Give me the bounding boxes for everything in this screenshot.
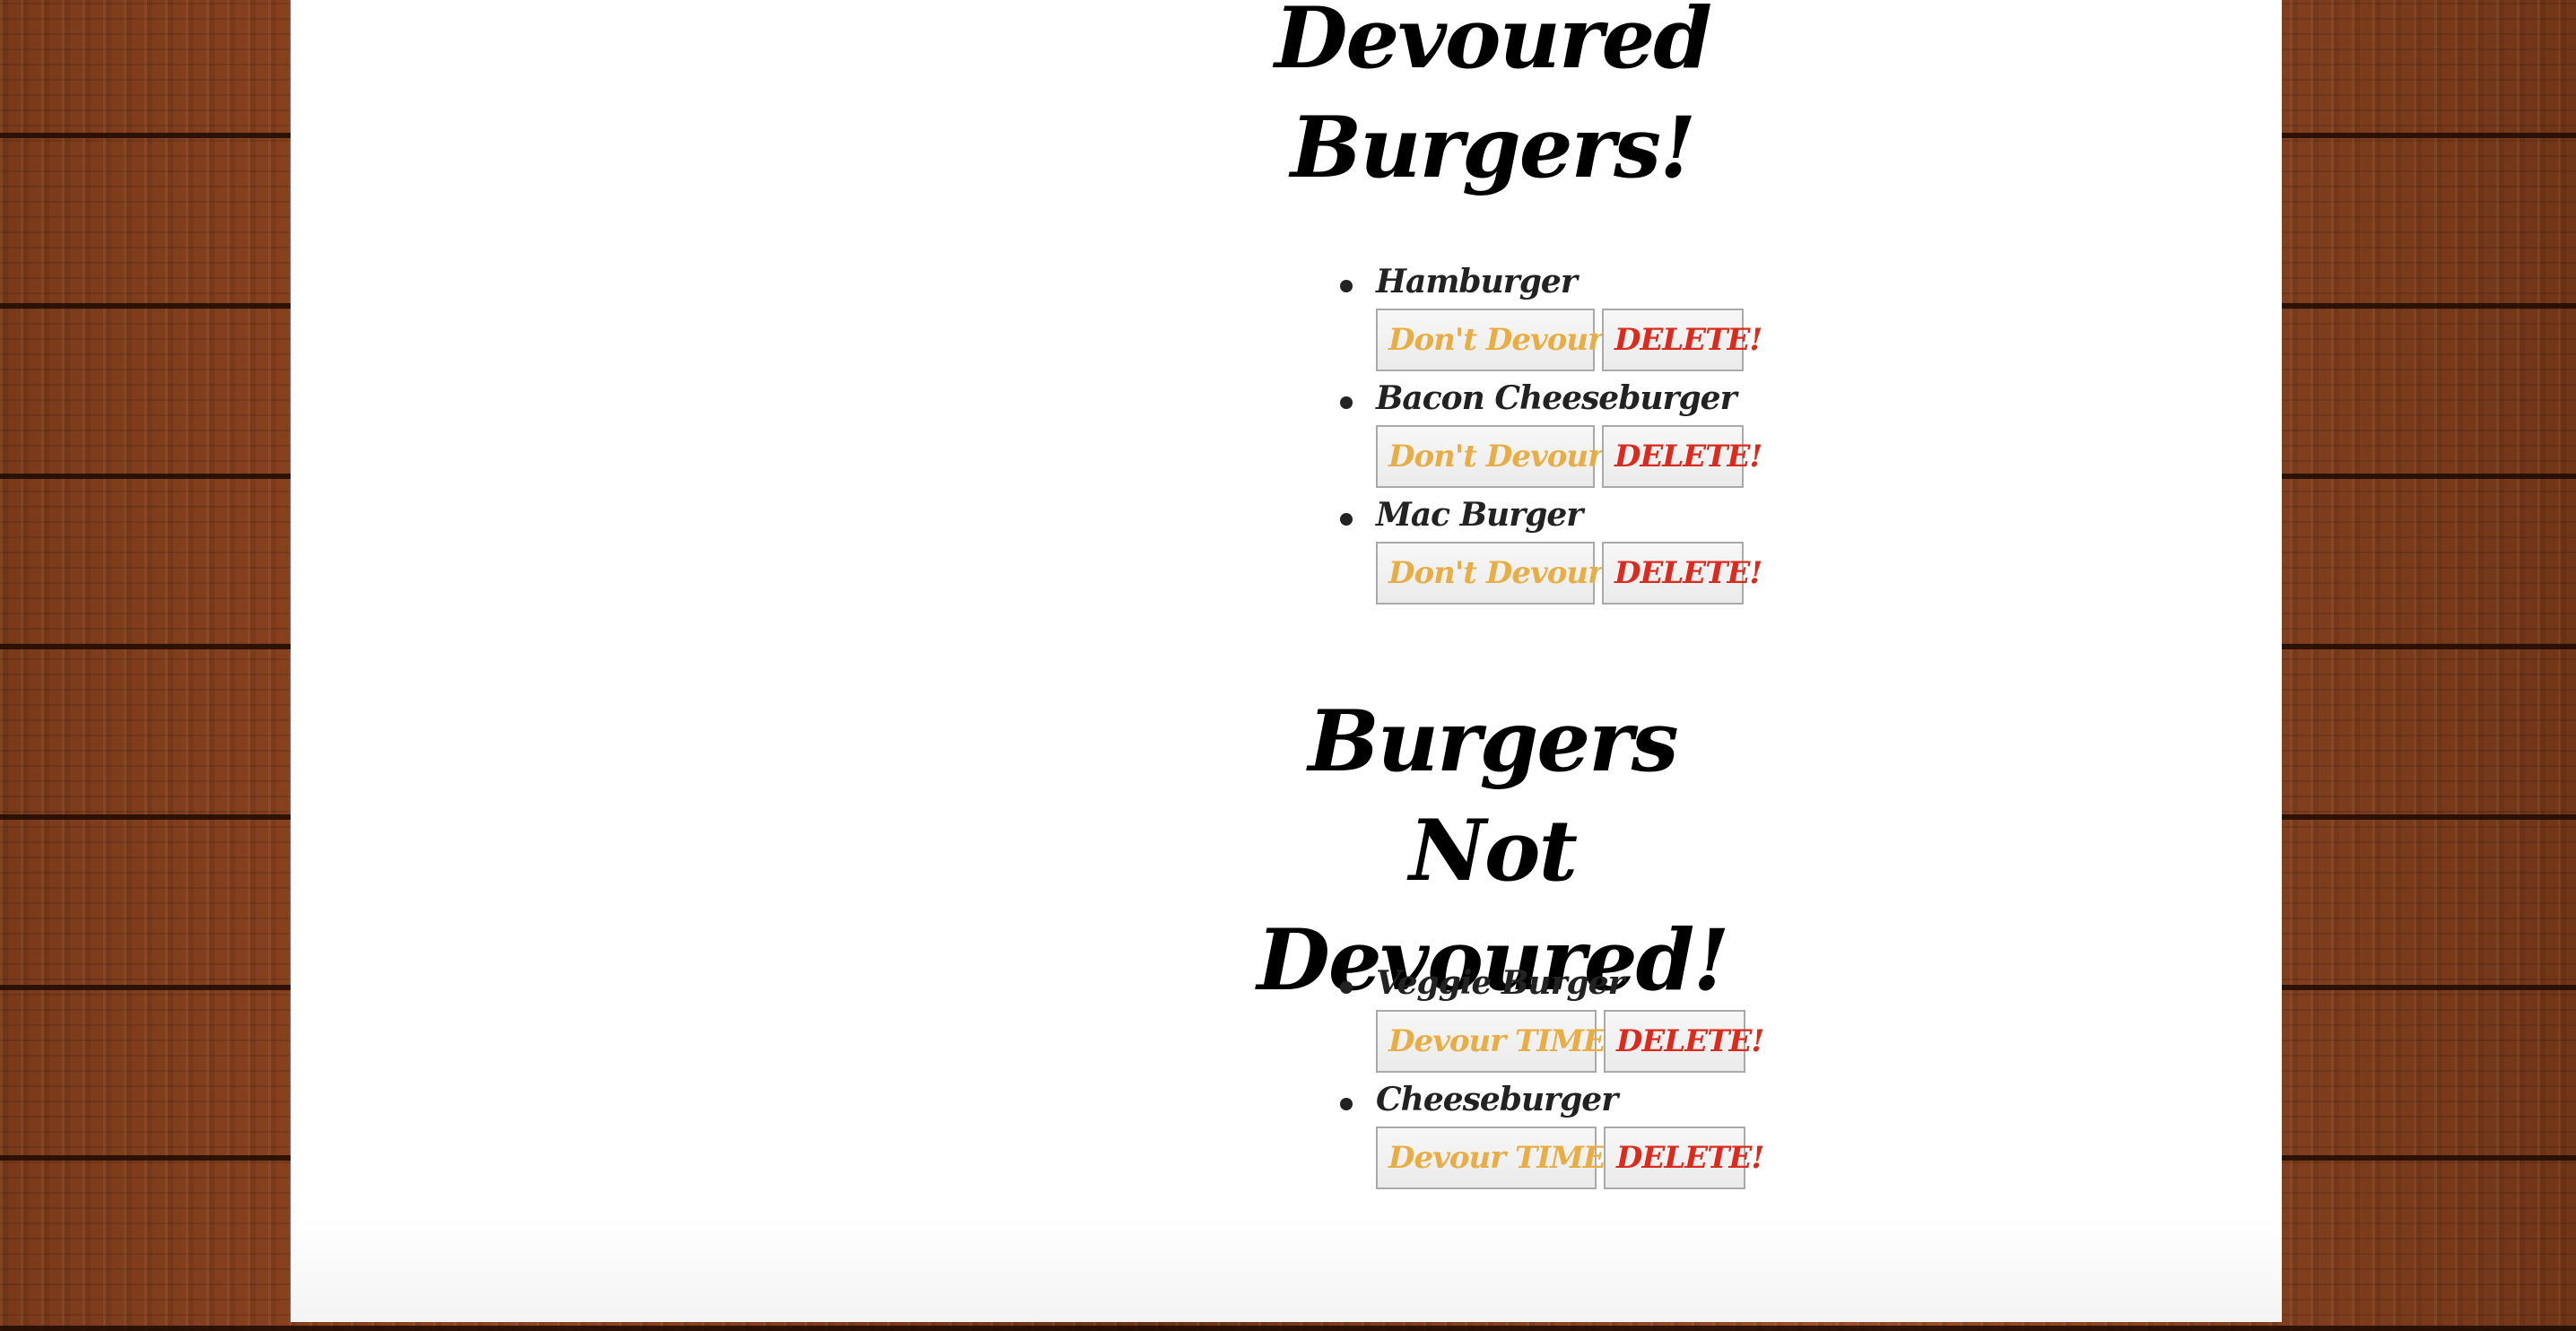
main-panel: Devoured Burgers! Hamburger Don't Devour…: [291, 0, 2282, 1322]
devour-button[interactable]: Devour TIME!: [1376, 1127, 1619, 1189]
button-row: Devour TIME! DELETE!: [1376, 1010, 1887, 1073]
button-row: Devour TIME! DELETE!: [1376, 1127, 1887, 1189]
devoured-list: Hamburger Don't Devour! DELETE! Bacon Ch…: [1259, 255, 1887, 605]
delete-button[interactable]: DELETE!: [1602, 542, 1762, 605]
burger-name: Bacon Cheeseburger: [1376, 379, 1737, 417]
button-row: Don't Devour! DELETE!: [1376, 425, 1887, 488]
bullet-icon: [1340, 280, 1353, 292]
devour-button[interactable]: Devour TIME!: [1376, 1010, 1619, 1073]
list-item: Cheeseburger Devour TIME! DELETE!: [1259, 1073, 1887, 1189]
burger-name: Mac Burger: [1376, 496, 1583, 534]
dont-devour-button[interactable]: Don't Devour!: [1376, 425, 1616, 488]
delete-button[interactable]: DELETE!: [1604, 1010, 1764, 1073]
bullet-icon: [1340, 396, 1353, 409]
delete-button[interactable]: DELETE!: [1602, 309, 1762, 371]
button-row: Don't Devour! DELETE!: [1376, 542, 1887, 605]
burger-name: Cheeseburger: [1376, 1081, 1618, 1118]
bullet-icon: [1340, 981, 1353, 994]
bullet-icon: [1340, 513, 1353, 526]
list-item: Bacon Cheeseburger Don't Devour! DELETE!: [1259, 371, 1887, 488]
burger-name: Veggie Burger: [1376, 964, 1625, 1002]
list-item: Hamburger Don't Devour! DELETE!: [1259, 255, 1887, 371]
dont-devour-button[interactable]: Don't Devour!: [1376, 309, 1616, 371]
delete-button[interactable]: DELETE!: [1602, 425, 1762, 488]
list-item: Mac Burger Don't Devour! DELETE!: [1259, 488, 1887, 605]
dont-devour-button[interactable]: Don't Devour!: [1376, 542, 1616, 605]
list-item: Veggie Burger Devour TIME! DELETE!: [1259, 956, 1887, 1073]
not-devoured-list: Veggie Burger Devour TIME! DELETE! Chees…: [1259, 956, 1887, 1189]
delete-button[interactable]: DELETE!: [1604, 1127, 1764, 1189]
burger-name: Hamburger: [1376, 263, 1578, 300]
button-row: Don't Devour! DELETE!: [1376, 309, 1887, 371]
devoured-section: Devoured Burgers!: [1259, 0, 1726, 203]
bullet-icon: [1340, 1098, 1353, 1110]
devoured-heading: Devoured Burgers!: [1274, 0, 1712, 197]
